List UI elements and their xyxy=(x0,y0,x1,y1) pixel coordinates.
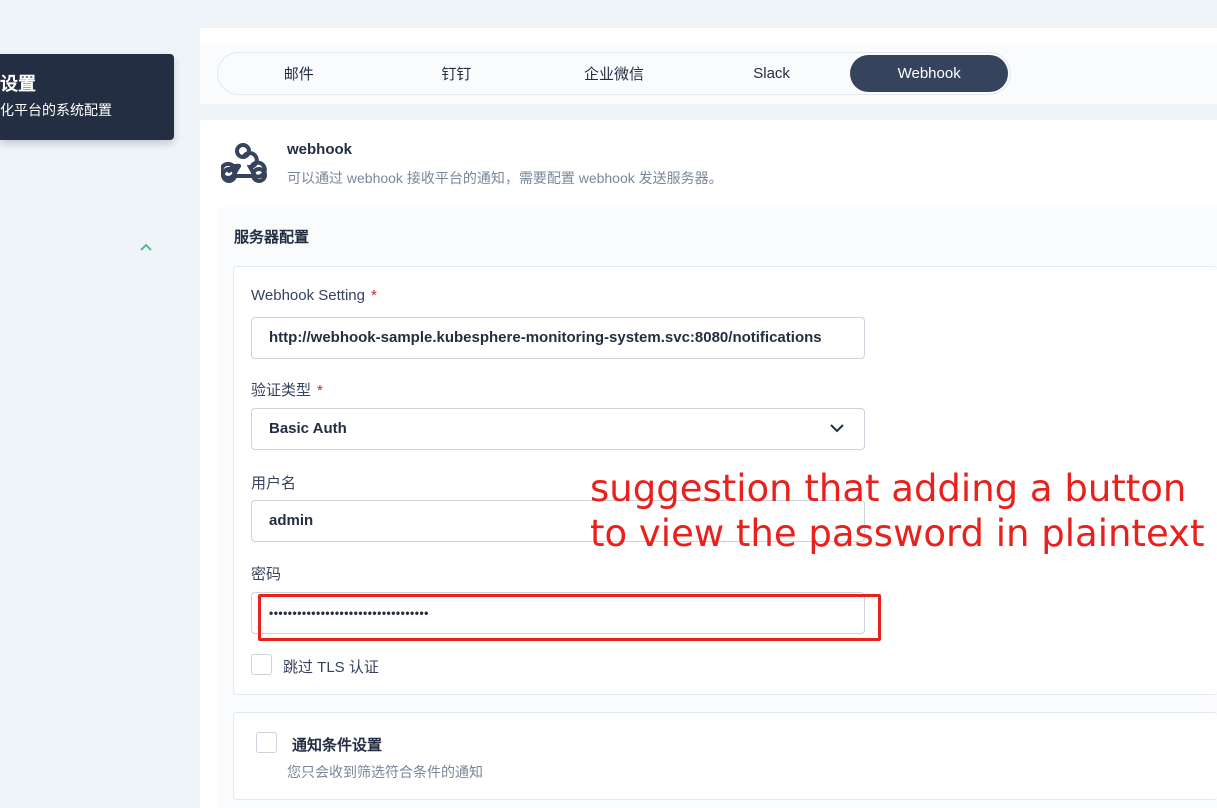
server-config-title: 服务器配置 xyxy=(234,229,310,246)
top-bar xyxy=(200,0,1217,28)
sidebar-desc: 化平台的系统配置 xyxy=(0,102,112,118)
tab-webhook[interactable]: Webhook xyxy=(850,55,1008,92)
annotation-text: suggestion that adding a button to view … xyxy=(590,467,1205,555)
auth-type-label-text: 验证类型 xyxy=(251,382,312,399)
required-mark: * xyxy=(370,287,377,304)
auth-type-select[interactable]: Basic Auth xyxy=(251,408,865,450)
chevron-down-icon[interactable] xyxy=(829,422,845,434)
tab-wecom[interactable]: 企业微信 xyxy=(535,55,693,92)
sidebar-title: 设置 xyxy=(0,74,36,94)
auth-type-label: 验证类型 * xyxy=(251,379,323,400)
webhook-icon xyxy=(221,143,267,183)
webhook-url-input[interactable]: http://webhook-sample.kubesphere-monitor… xyxy=(251,317,865,359)
sidebar-settings-card[interactable]: 设置 化平台的系统配置 xyxy=(0,54,174,140)
notify-conditions-desc: 您只会收到筛选符合条件的通知 xyxy=(287,764,483,780)
skip-tls-checkbox[interactable] xyxy=(251,654,272,675)
password-label: 密码 xyxy=(251,566,282,583)
notify-conditions-box xyxy=(233,712,1217,800)
tab-slack[interactable]: Slack xyxy=(693,55,851,92)
webhook-setting-label-text: Webhook Setting xyxy=(251,287,365,304)
webhook-setting-label: Webhook Setting * xyxy=(251,287,377,304)
top-strip xyxy=(200,28,1217,44)
notify-conditions-checkbox[interactable] xyxy=(256,732,277,753)
chevron-up-icon[interactable] xyxy=(139,240,153,254)
notification-channel-tabs: 邮件 钉钉 企业微信 Slack Webhook xyxy=(217,52,1011,95)
webhook-title: webhook xyxy=(287,141,353,158)
skip-tls-label: 跳过 TLS 认证 xyxy=(283,659,379,676)
tab-dingtalk[interactable]: 钉钉 xyxy=(378,55,536,92)
username-label: 用户名 xyxy=(251,475,297,492)
tab-email[interactable]: 邮件 xyxy=(220,55,378,92)
webhook-description: 可以通过 webhook 接收平台的通知，需要配置 webhook 发送服务器。 xyxy=(287,170,723,186)
required-mark: * xyxy=(317,382,323,399)
notify-conditions-title: 通知条件设置 xyxy=(292,737,383,754)
annotation-highlight-box xyxy=(258,594,881,641)
